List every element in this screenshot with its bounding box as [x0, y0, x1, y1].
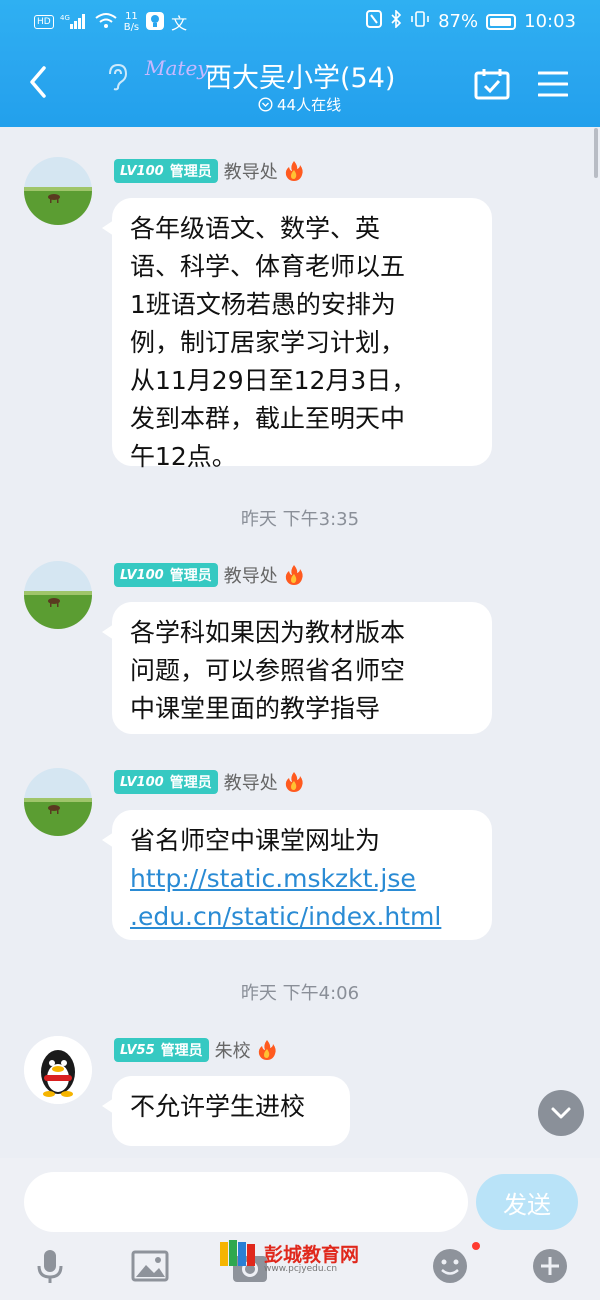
message-meta: LV100 管理员 教导处	[114, 769, 304, 795]
emoji-icon[interactable]	[430, 1246, 470, 1286]
message-bubble[interactable]: 省名师空中课堂网址为 http://static.mskzkt.jse .edu…	[102, 810, 492, 940]
signal-icon: 4G	[60, 12, 88, 33]
status-bar: HD 4G 11 B/s 文 87% 10:03	[0, 0, 600, 44]
sender-name[interactable]: 教导处	[224, 562, 278, 588]
battery-percent: 87%	[438, 11, 479, 32]
message-meta: LV100 管理员 教导处	[114, 562, 304, 588]
message-line: 语、科学、体育老师以五	[130, 252, 406, 281]
send-button[interactable]: 发送	[476, 1174, 578, 1230]
image-icon[interactable]	[130, 1246, 170, 1286]
nfc-icon	[366, 10, 383, 33]
message-line: 发到本群，截止至明天中	[130, 404, 406, 433]
avatar[interactable]	[24, 561, 92, 629]
message-bubble[interactable]: 各年级语文、数学、英 语、科学、体育老师以五 1班语文杨若愚的安排为 例，制订居…	[102, 198, 492, 471]
message-line: 不允许学生进校	[130, 1092, 306, 1121]
input-bar: 发送 彭城教育网 www.pcjyedu.cn	[0, 1158, 600, 1300]
ear-icon[interactable]	[104, 62, 130, 92]
battery-icon	[486, 13, 517, 30]
avatar[interactable]	[24, 157, 92, 225]
level-badge: LV100 管理员	[114, 159, 218, 183]
timestamp: 昨天 下午3:35	[240, 509, 360, 530]
url-link[interactable]: http://static.mskzkt.jse	[130, 860, 474, 898]
chevron-down-icon	[551, 1107, 571, 1119]
vibrate-icon	[410, 10, 430, 33]
message-meta: LV55 管理员 朱校	[114, 1037, 277, 1063]
url-link[interactable]: .edu.cn/static/index.html	[130, 898, 474, 936]
plus-icon[interactable]	[530, 1246, 570, 1286]
message-line: 各学科如果因为教材版本	[130, 618, 406, 647]
scroll-to-bottom-button[interactable]	[538, 1090, 584, 1136]
books-logo-icon	[220, 1240, 255, 1266]
fire-icon	[285, 161, 303, 181]
level-badge: LV100 管理员	[114, 770, 218, 794]
message-line: 午12点。	[130, 442, 237, 471]
message-bubble[interactable]: 不允许学生进校	[102, 1076, 350, 1146]
message-meta: LV100 管理员 教导处	[114, 158, 304, 184]
sender-name[interactable]: 朱校	[215, 1037, 251, 1063]
back-icon[interactable]	[24, 64, 54, 100]
sender-name[interactable]: 教导处	[224, 158, 278, 184]
watermark-text: 彭城教育网	[264, 1243, 360, 1266]
chevron-down-circle-icon	[258, 97, 273, 112]
level-badge: LV55 管理员	[114, 1038, 209, 1062]
message-line: 从11月29日至12月3日，	[130, 366, 417, 395]
message-line: 1班语文杨若愚的安排为	[130, 290, 396, 319]
message-input[interactable]	[24, 1172, 468, 1232]
notification-dot	[472, 1242, 480, 1250]
network-speed: 11 B/s	[123, 11, 140, 33]
watermark: 彭城教育网 www.pcjyedu.cn	[218, 1238, 360, 1274]
message-line: 各年级语文、数学、英	[130, 214, 381, 243]
menu-icon[interactable]	[538, 70, 568, 98]
avatar[interactable]	[24, 768, 92, 836]
hd-badge: HD	[34, 15, 54, 29]
calendar-check-icon[interactable]	[474, 68, 510, 100]
fire-icon	[285, 772, 303, 792]
clock: 10:03	[524, 11, 576, 32]
avatar[interactable]	[24, 1036, 92, 1104]
level-badge: LV100 管理员	[114, 563, 218, 587]
group-logo: Matey	[145, 56, 209, 80]
translate-icon: 文	[171, 14, 188, 33]
timestamp: 昨天 下午4:06	[240, 983, 360, 1004]
message-bubble[interactable]: 各学科如果因为教材版本 问题，可以参照省名师空 中课堂里面的教学指导	[102, 602, 492, 734]
voice-icon[interactable]	[30, 1246, 70, 1286]
nav-bar: Matey 西大吴小学(54) 44人在线	[0, 50, 600, 120]
fire-icon	[258, 1040, 276, 1060]
message-line: 问题，可以参照省名师空	[130, 656, 406, 685]
sender-name[interactable]: 教导处	[224, 769, 278, 795]
lightbulb-icon	[145, 11, 165, 34]
wifi-icon	[94, 12, 118, 33]
scrollbar[interactable]	[594, 128, 598, 178]
watermark-url: www.pcjyedu.cn	[264, 1264, 338, 1274]
message-line: 例，制订居家学习计划，	[130, 328, 406, 357]
online-count-label: 44人在线	[277, 96, 342, 114]
bluetooth-icon	[390, 9, 402, 33]
svg-text:4G: 4G	[60, 14, 70, 22]
online-count[interactable]: 44人在线	[258, 94, 341, 115]
message-line: 中课堂里面的教学指导	[130, 694, 381, 723]
chat-header: HD 4G 11 B/s 文 87% 10:03 Matey 西大吴小学(54)…	[0, 0, 600, 127]
message-line: 省名师空中课堂网址为	[130, 826, 381, 855]
fire-icon	[285, 565, 303, 585]
group-title[interactable]: 西大吴小学(54)	[205, 56, 395, 95]
